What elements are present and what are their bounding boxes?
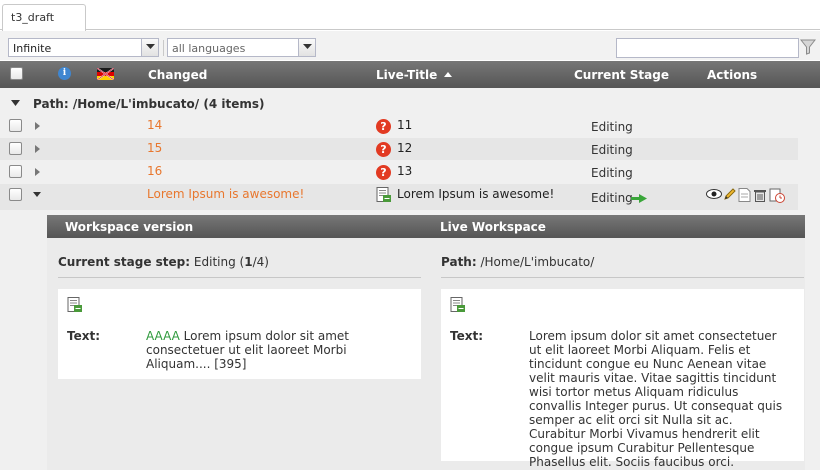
stage-label: Editing (591, 143, 633, 157)
stage-step-current: 1 (244, 255, 253, 269)
column-actions: Actions (707, 68, 758, 82)
sort-ascending-icon (444, 72, 453, 77)
live-title: 13 (397, 164, 413, 178)
live-text-value: Lorem ipsum dolor sit amet consectetuer … (529, 329, 783, 469)
live-title: 12 (397, 141, 413, 155)
language-select-value: all languages (172, 42, 246, 55)
live-title: 11 (397, 118, 413, 132)
divider (58, 277, 421, 278)
collapse-row-icon[interactable] (33, 192, 41, 198)
row-actions (706, 188, 788, 204)
stage-label: Editing (591, 120, 633, 134)
language-select[interactable]: all languages (167, 38, 316, 57)
path-label: Path: (441, 255, 477, 269)
search-input[interactable] (616, 38, 799, 58)
edit-pencil-icon[interactable] (723, 187, 737, 204)
grid-body: Path: /Home/L'imbucato/ (4 items) 14 ? 1… (0, 88, 820, 470)
question-icon: ? (376, 119, 391, 134)
content-element-icon (67, 297, 82, 312)
page-icon[interactable] (738, 188, 751, 205)
delete-trash-icon[interactable] (753, 188, 767, 205)
preview-eye-icon[interactable] (706, 188, 722, 203)
live-workspace-header: Live Workspace (428, 215, 805, 238)
toolbar-separator (163, 40, 164, 56)
expand-row-icon[interactable] (35, 145, 40, 153)
toolbar: Infinite all languages (0, 31, 820, 60)
workspace-text-value: AAAA Lorem ipsum dolor sit amet consecte… (146, 329, 414, 371)
language-select-trigger[interactable] (298, 39, 315, 56)
table-row[interactable]: 14 ? 11 Editing (0, 115, 798, 137)
tab-bar: t3_draft (0, 0, 820, 31)
live-card: Text: Lorem ipsum dolor sit amet consect… (441, 289, 804, 469)
tab-t3-draft[interactable]: t3_draft (2, 4, 86, 31)
text-field-label: Text: (67, 329, 101, 343)
column-live-title-label: Live-Title (376, 68, 438, 82)
chevron-down-icon (303, 44, 312, 49)
changed-link[interactable]: 15 (147, 141, 162, 155)
group-header[interactable]: Path: /Home/L'imbucato/ (4 items) (0, 96, 820, 114)
live-title: Lorem Ipsum is awesome! (397, 187, 555, 201)
changed-link[interactable]: 14 (147, 118, 162, 132)
table-row-expanded[interactable]: Lorem Ipsum is awesome! Lorem Ipsum is a… (0, 184, 798, 210)
expand-row-icon[interactable] (35, 168, 40, 176)
next-stage-arrow-icon[interactable] (631, 194, 647, 203)
changed-link[interactable]: Lorem Ipsum is awesome! (147, 187, 304, 201)
collapse-group-icon[interactable] (11, 100, 20, 107)
row-checkbox[interactable] (9, 188, 22, 201)
workspace-version-header: Workspace version (47, 215, 428, 238)
diff-added-text: AAAA (146, 329, 180, 343)
content-element-icon (376, 187, 391, 202)
stage-label: Editing (591, 191, 633, 205)
current-stage-step: Current stage step: Editing (1/4) (58, 255, 269, 269)
table-row[interactable]: 16 ? 13 Editing (0, 161, 798, 183)
expand-row-icon[interactable] (35, 122, 40, 130)
row-checkbox[interactable] (9, 119, 22, 132)
depth-select[interactable]: Infinite (8, 38, 159, 57)
question-icon: ? (376, 165, 391, 180)
content-element-icon (450, 297, 465, 312)
history-icon[interactable] (769, 188, 785, 206)
info-icon[interactable]: i (58, 67, 71, 80)
stage-label: Editing (591, 166, 633, 180)
column-current-stage[interactable]: Current Stage (574, 68, 669, 82)
detail-panel: Workspace version Live Workspace Current… (47, 215, 805, 470)
filter-icon[interactable] (800, 39, 816, 55)
stage-step-label: Current stage step: (58, 255, 191, 269)
column-live-title[interactable]: Live-Title (376, 68, 453, 82)
divider (441, 277, 804, 278)
workspace-diff-card: Text: AAAA Lorem ipsum dolor sit amet co… (58, 289, 421, 379)
language-flag-icon (97, 68, 114, 80)
stage-step-total: 4 (256, 255, 265, 269)
chevron-down-icon (146, 44, 155, 49)
changed-link[interactable]: 16 (147, 164, 162, 178)
table-row[interactable]: 15 ? 12 Editing (0, 138, 798, 160)
select-all-checkbox[interactable] (10, 67, 23, 80)
grid-header: i Changed Live-Title Current Stage Actio… (0, 61, 820, 88)
path-value: /Home/L'imbucato/ (480, 255, 595, 269)
text-field-label: Text: (450, 329, 484, 343)
live-path: Path: /Home/L'imbucato/ (441, 255, 594, 269)
depth-select-trigger[interactable] (141, 39, 158, 56)
stage-step-value: Editing (193, 255, 236, 269)
row-checkbox[interactable] (9, 142, 22, 155)
depth-select-value: Infinite (13, 42, 52, 55)
question-icon: ? (376, 142, 391, 157)
group-label: Path: /Home/L'imbucato/ (4 items) (33, 97, 265, 111)
row-checkbox[interactable] (9, 165, 22, 178)
column-changed[interactable]: Changed (148, 68, 207, 82)
